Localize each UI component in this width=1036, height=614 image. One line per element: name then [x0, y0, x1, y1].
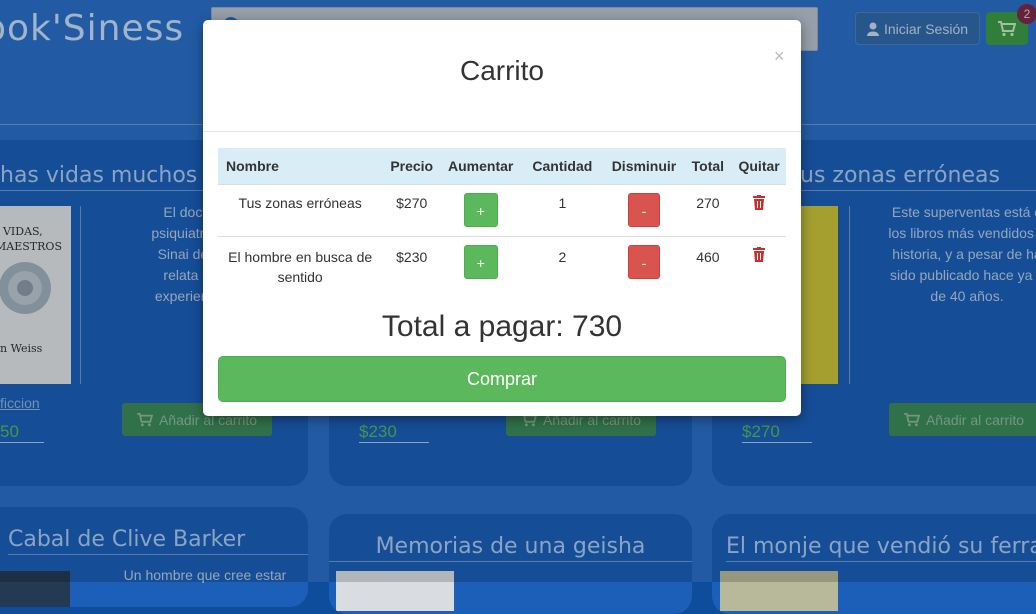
- table-row: Tus zonas erróneas $270 + 1 - 270: [218, 184, 786, 237]
- item-price: $270: [382, 184, 442, 237]
- cart-table: Nombre Precio Aumentar Cantidad Disminui…: [218, 148, 786, 304]
- column-header-aumentar: Aumentar: [448, 158, 514, 174]
- decrease-button[interactable]: -: [627, 193, 660, 227]
- column-header-precio: Precio: [390, 158, 434, 174]
- item-total: 460: [683, 236, 733, 304]
- column-header-total: Total: [691, 158, 725, 174]
- column-header-cantidad: Cantidad: [532, 158, 593, 174]
- item-name: Tus zonas erróneas: [218, 184, 383, 237]
- table-header-row: Nombre Precio Aumentar Cantidad Disminui…: [218, 148, 786, 185]
- column-header-quitar: Quitar: [738, 158, 780, 174]
- item-quantity: 2: [520, 236, 605, 304]
- item-name: El hombre en busca de sentido: [218, 236, 383, 304]
- trash-icon[interactable]: [753, 195, 766, 210]
- column-header-nombre: Nombre: [226, 158, 279, 174]
- cart-modal: Carrito × Nombre Precio Aumentar Cantida…: [203, 20, 801, 416]
- table-row: El hombre en busca de sentido $230 + 2 -…: [218, 236, 786, 304]
- item-quantity: 1: [520, 184, 605, 237]
- increase-button[interactable]: +: [463, 245, 498, 279]
- increase-button[interactable]: +: [463, 193, 498, 227]
- trash-icon[interactable]: [753, 247, 766, 262]
- modal-divider: [203, 131, 801, 132]
- close-icon[interactable]: ×: [774, 46, 785, 67]
- item-total: 270: [683, 184, 733, 237]
- modal-title: Carrito: [459, 55, 544, 86]
- buy-button[interactable]: Comprar: [218, 356, 786, 402]
- total-to-pay: Total a pagar: 730: [381, 310, 623, 343]
- item-price: $230: [382, 236, 442, 304]
- decrease-button[interactable]: -: [627, 245, 660, 279]
- column-header-disminuir: Disminuir: [611, 158, 677, 174]
